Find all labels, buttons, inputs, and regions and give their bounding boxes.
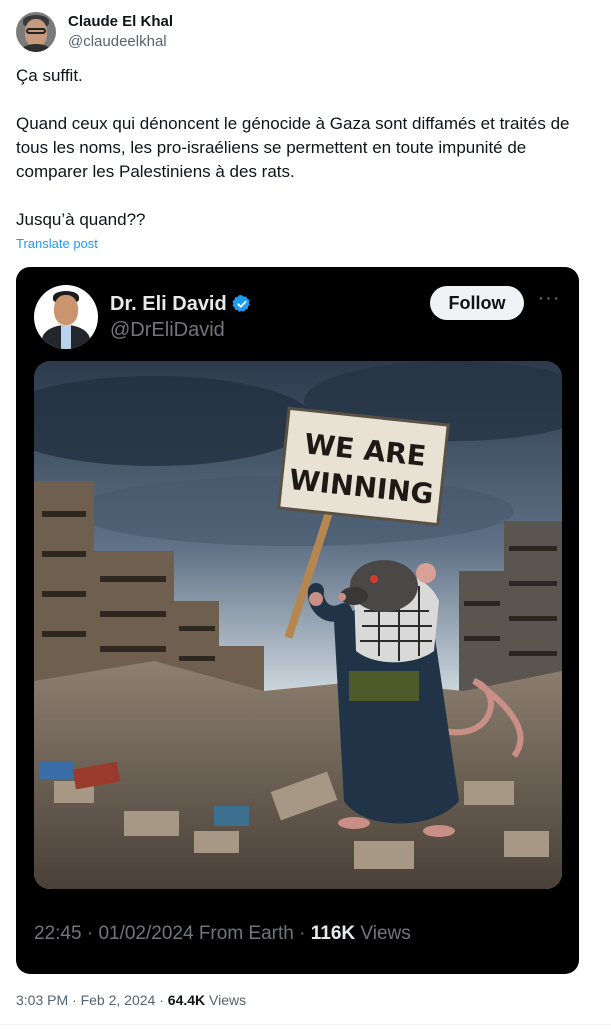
quoted-source: From Earth [198, 923, 294, 944]
quoted-date: 01/02/2024 [98, 923, 194, 944]
quoted-meta: 22:45 · 01/02/2024 From Earth · 116K Vie… [34, 923, 411, 945]
tweet-line-2: Quand ceux qui dénoncent le génocide à G… [16, 114, 570, 181]
tweet-text: Ça suffit. Quand ceux qui dénoncent le g… [16, 64, 591, 232]
author-handle[interactable]: @claudeelkhal [68, 32, 173, 52]
tweet-line-1: Ça suffit. [16, 66, 83, 85]
author-avatar[interactable] [16, 12, 56, 52]
more-options-icon: ··· [537, 287, 561, 309]
verified-badge-icon [232, 295, 250, 312]
follow-button: Follow [430, 286, 524, 320]
meta-separator-1: · [72, 992, 77, 1008]
meta-separator-2: · [159, 992, 164, 1008]
divider [0, 1024, 611, 1025]
tweet-header: Claude El Khal @claudeelkhal [16, 12, 173, 52]
quoted-header: Dr. Eli David @DrEliDavid [34, 285, 252, 349]
quoted-views-count: 116K [310, 923, 356, 944]
tweet-line-3: Jusqu’à quand?? [16, 210, 146, 229]
tweet-meta: 3:03 PM · Feb 2, 2024 · 64.4K Views [16, 992, 246, 1008]
translate-post-link[interactable]: Translate post [16, 236, 98, 251]
author-names: Claude El Khal @claudeelkhal [68, 12, 173, 52]
quoted-author-avatar [34, 285, 98, 349]
tweet-date[interactable]: Feb 2, 2024 [81, 992, 156, 1008]
quoted-time: 22:45 [34, 923, 82, 944]
quoted-display-name: Dr. Eli David [110, 293, 227, 315]
author-display-name[interactable]: Claude El Khal [68, 12, 173, 32]
rat-sign-illustration: WE ARE WINNING [34, 361, 562, 889]
quoted-author-name-row: Dr. Eli David [110, 291, 252, 317]
tweet-time[interactable]: 3:03 PM [16, 992, 68, 1008]
quoted-handle: @DrEliDavid [110, 319, 225, 341]
tweet-views-label[interactable]: Views [209, 992, 246, 1008]
tweet-views-count[interactable]: 64.4K [168, 992, 205, 1008]
attached-screenshot-image[interactable]: Dr. Eli David @DrEliDavid Follow ··· WE … [16, 267, 579, 974]
quoted-separator-2: · [299, 923, 306, 944]
quoted-views-label: Views [360, 923, 411, 944]
quoted-separator-1: · [86, 923, 94, 944]
